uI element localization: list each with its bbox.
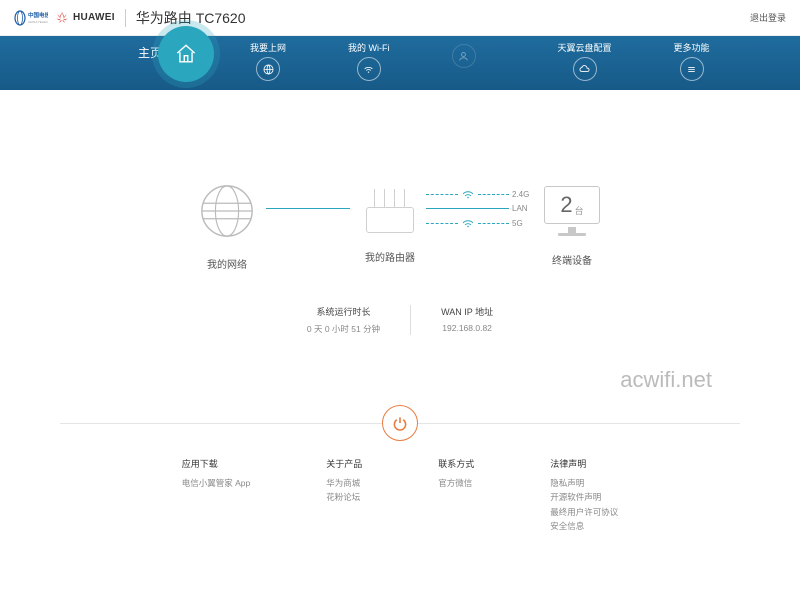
footer-col-about: 关于产品 华为商城 花粉论坛 [326,457,362,534]
footer-title: 关于产品 [326,457,362,470]
tab-user[interactable] [452,41,476,68]
tab-more[interactable]: 更多功能 [674,41,710,81]
router-icon [360,189,420,233]
tab-home[interactable] [158,26,214,82]
router-node[interactable]: 我的路由器 [360,189,420,264]
footer-link[interactable]: 开源软件声明 [550,490,618,504]
home-icon [173,41,199,67]
router-label: 我的路由器 [365,249,415,264]
logout-link[interactable]: 退出登录 [750,11,786,24]
wifi-icon [357,57,381,81]
footer-link[interactable]: 官方微信 [438,476,474,490]
terminal-unit: 台 [575,204,584,217]
terminals-label: 终端设备 [552,252,592,267]
connection-line-1 [266,208,350,209]
stat-wan: WAN IP 地址 192.168.0.82 [410,305,523,335]
cloud-icon [573,57,597,81]
band-24-label: 2.4G [512,190,536,199]
header-divider [125,9,126,27]
footer-title: 应用下载 [182,457,251,470]
footer-link[interactable]: 电信小翼管家 App [182,476,251,490]
tab-wifi[interactable]: 我的 Wi-Fi [348,41,390,81]
huawei-logo: HUAWEI [54,10,115,26]
band-5-label: 5G [512,219,536,228]
page-title: 华为路由 TC7620 [136,8,246,28]
footer-link[interactable]: 隐私声明 [550,476,618,490]
lan-label: LAN [512,204,536,213]
huawei-text: HUAWEI [73,12,115,23]
terminals-node[interactable]: 2 台 终端设备 [542,186,602,267]
header: 中国电信CHINA TELECOM HUAWEI 华为路由 TC7620 退出登… [0,0,800,36]
network-label: 我的网络 [207,256,247,271]
wifi-small-icon [461,189,475,199]
footer-col-contact: 联系方式 官方微信 [438,457,474,534]
connection-lines-2: 2.4G LAN 5G [426,187,536,230]
footer-link[interactable]: 花粉论坛 [326,490,362,504]
power-icon [392,415,408,431]
globe-icon [256,57,280,81]
monitor-icon: 2 台 [542,186,602,236]
tab-internet-label: 我要上网 [250,41,286,54]
watermark: acwifi.net [0,367,800,393]
user-icon [452,44,476,68]
nav-wrapper: 主页 我要上网 我的 Wi-Fi 天翼云盘配置 更多功能 [0,36,800,112]
footer-title: 联系方式 [438,457,474,470]
tab-cloud[interactable]: 天翼云盘配置 [558,41,612,81]
svg-text:CHINA TELECOM: CHINA TELECOM [28,20,48,24]
svg-text:中国电信: 中国电信 [28,11,48,19]
uptime-value: 0 天 0 小时 51 分钟 [307,323,380,335]
wan-value: 192.168.0.82 [441,323,493,333]
stat-uptime: 系统运行时长 0 天 0 小时 51 分钟 [277,305,410,335]
tab-more-label: 更多功能 [674,41,710,54]
terminal-count: 2 [560,192,572,218]
china-telecom-logo: 中国电信CHINA TELECOM [14,9,48,27]
network-node[interactable]: 我的网络 [198,182,256,271]
wan-label: WAN IP 地址 [441,305,493,318]
uptime-label: 系统运行时长 [307,305,380,318]
footer-divider [0,405,800,441]
tab-internet[interactable]: 我要上网 [250,41,286,81]
tab-cloud-label: 天翼云盘配置 [558,41,612,54]
footer-col-legal: 法律声明 隐私声明 开源软件声明 最终用户许可协议 安全信息 [550,457,618,534]
footer-link[interactable]: 最终用户许可协议 [550,505,618,519]
footer-link[interactable]: 华为商城 [326,476,362,490]
network-diagram: 我的网络 我的路由器 2.4G LAN [0,112,800,271]
wifi-small-icon [461,218,475,228]
main-nav: 主页 我要上网 我的 Wi-Fi 天翼云盘配置 更多功能 [0,36,800,90]
stats-row: 系统运行时长 0 天 0 小时 51 分钟 WAN IP 地址 192.168.… [0,305,800,335]
footer-title: 法律声明 [550,457,618,470]
footer-link[interactable]: 安全信息 [550,519,618,533]
power-button[interactable] [382,405,418,441]
menu-icon [680,57,704,81]
globe-large-icon [198,182,256,240]
tab-wifi-label: 我的 Wi-Fi [348,41,390,54]
footer-links: 应用下载 电信小翼管家 App 关于产品 华为商城 花粉论坛 联系方式 官方微信… [0,457,800,554]
footer-col-download: 应用下载 电信小翼管家 App [182,457,251,534]
